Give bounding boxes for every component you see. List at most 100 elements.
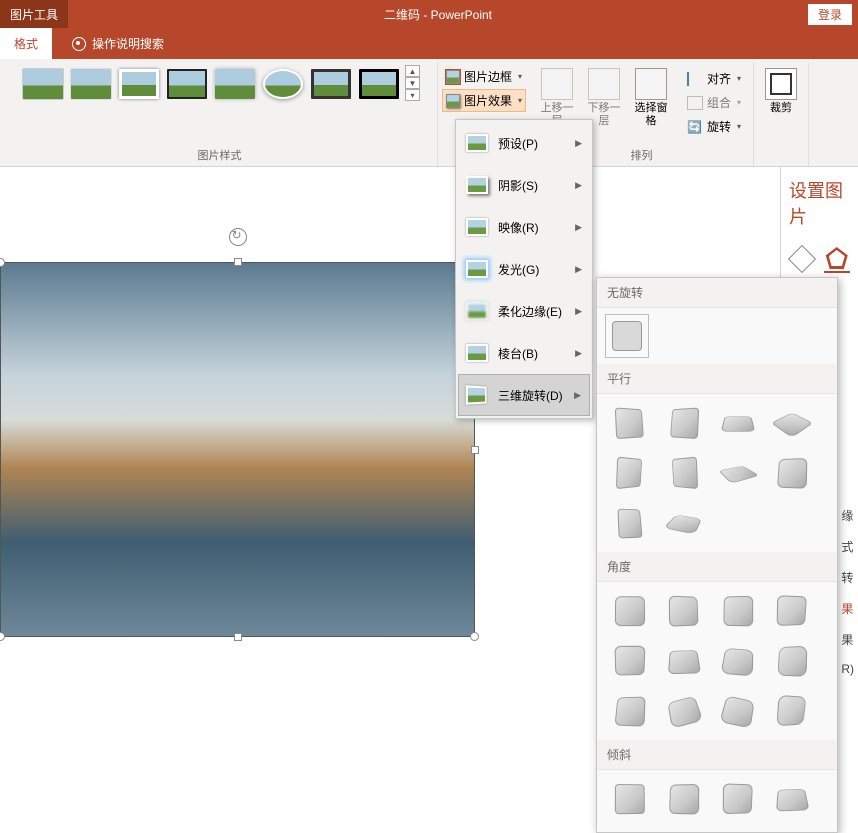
rotation-preset-perspective-4[interactable] [767,588,817,634]
menu-glow[interactable]: 发光(G) ▶ [458,248,590,290]
rotation-preset-oblique-4[interactable] [767,776,817,822]
picture-style-6[interactable] [259,65,306,102]
resize-handle-b[interactable] [234,633,242,641]
resize-handle-bl[interactable] [0,632,5,641]
rotation-preset-parallel-9[interactable] [605,500,655,546]
rotation-preset-oblique-3[interactable] [713,776,763,822]
rotation-preset-perspective-3[interactable] [713,588,763,634]
menu-soft-edges-label: 柔化边缘(E) [498,303,562,320]
chevron-down-icon: ▾ [518,72,522,81]
bring-forward-icon [541,68,573,100]
align-label: 对齐 [707,70,731,87]
rotation-preset-perspective-1[interactable] [605,588,655,634]
selected-picture[interactable] [0,262,475,637]
menu-bevel[interactable]: 棱台(B) ▶ [458,332,590,374]
picture-style-7[interactable] [307,65,354,102]
tab-format[interactable]: 格式 [0,28,52,59]
menu-reflection[interactable]: 映像(R)▶ [458,206,590,248]
crop-button[interactable]: 裁剪 [758,65,804,118]
menu-3d-rotation-label: 三维旋转(D) [498,387,563,404]
rotation-preset-perspective-5[interactable] [605,638,655,684]
picture-border-button[interactable]: 图片边框 ▾ [442,65,526,88]
reflection-icon [466,218,488,236]
rotate-label: 旋转 [707,118,731,135]
tell-me-search[interactable]: 操作说明搜索 [72,35,164,52]
submenu-arrow-icon: ▶ [575,180,582,191]
resize-handle-tl[interactable] [0,258,5,267]
context-tab-title: 图片工具 [0,0,68,28]
rotation-preset-parallel-10[interactable] [659,500,709,546]
rotation-preset-parallel-6[interactable] [659,450,709,496]
menu-shadow-label: 阴影(S) [498,177,538,194]
rotation-preset-parallel-7[interactable] [713,450,763,496]
rotation-preset-parallel-4[interactable] [767,400,817,446]
rotate-handle[interactable] [229,228,247,246]
submenu-arrow-icon: ▶ [575,348,582,359]
picture-border-label: 图片边框 [464,68,512,85]
soft-edges-icon [466,302,488,320]
rotation-preset-parallel-3[interactable] [713,400,763,446]
submenu-arrow-icon: ▶ [574,390,581,401]
rotation-preset-perspective-2[interactable] [659,588,709,634]
rotation-preset-perspective-7[interactable] [713,638,763,684]
picture-style-8[interactable] [355,65,402,102]
crop-icon [765,68,797,100]
rotation-3d-icon [466,385,487,404]
gallery-scroll-up[interactable]: ▲ [405,65,420,77]
effects-tab[interactable] [824,245,851,273]
picture-border-icon [446,70,460,84]
fill-line-tab[interactable] [789,245,816,273]
send-backward-icon [588,68,620,100]
format-pane-title: 设置图片 [781,167,858,235]
group-button[interactable]: 组合▾ [683,91,745,114]
picture-effects-button[interactable]: 图片效果 ▾ [442,89,526,112]
gallery-more[interactable]: ▾ [405,89,420,101]
resize-handle-t[interactable] [234,258,242,266]
resize-handle-r[interactable] [471,446,479,454]
group-icon [687,96,703,110]
menu-glow-label: 发光(G) [498,261,539,278]
chevron-down-icon: ▾ [518,96,522,105]
rotation-preset-parallel-2[interactable] [659,400,709,446]
rotation-preset-perspective-8[interactable] [767,638,817,684]
submenu-arrow-icon: ▶ [575,306,582,317]
rotation-preset-parallel-8[interactable] [767,450,817,496]
picture-style-5[interactable] [211,65,258,102]
login-button[interactable]: 登录 [808,4,852,25]
picture-style-2[interactable] [67,65,114,102]
menu-preset[interactable]: 预设(P) ▶ [458,122,590,164]
submenu-arrow-icon: ▶ [575,264,582,275]
rotation-preset-perspective-6[interactable] [659,638,709,684]
picture-style-3[interactable] [115,65,162,102]
rotate-button[interactable]: 🔄 旋转▾ [683,115,745,138]
resize-handle-br[interactable] [470,632,479,641]
submenu-arrow-icon: ▶ [575,138,582,149]
rotation-preset-perspective-9[interactable] [605,688,655,734]
selection-pane-label: 选择窗格 [630,102,672,128]
picture-style-1[interactable] [19,65,66,102]
rotation-preset-perspective-12[interactable] [767,688,817,734]
rotation-preset-oblique-2[interactable] [659,776,709,822]
section-oblique: 倾斜 [597,740,837,770]
tell-me-label: 操作说明搜索 [92,35,164,52]
rotation-preset-oblique-1[interactable] [605,776,655,822]
menu-bevel-label: 棱台(B) [498,345,538,362]
rotation-preset-perspective-10[interactable] [659,688,709,734]
picture-effects-icon [446,94,460,108]
menu-shadow[interactable]: 阴影(S) ▶ [458,164,590,206]
rotation-preset-parallel-1[interactable] [605,400,655,446]
rotation-preset-parallel-5[interactable] [605,450,655,496]
group-label-arrange: 排列 [631,144,653,166]
menu-soft-edges[interactable]: 柔化边缘(E) ▶ [458,290,590,332]
picture-style-4[interactable] [163,65,210,102]
rotation-preset-none[interactable] [605,314,649,358]
picture-effects-label: 图片效果 [464,92,512,109]
gallery-scroll-down[interactable]: ▼ [405,77,420,89]
pentagon-icon [826,247,848,269]
menu-preset-label: 预设(P) [498,135,538,152]
align-button[interactable]: 对齐▾ [683,67,745,90]
section-parallel: 平行 [597,364,837,394]
selection-pane-button[interactable]: 选择窗格 [628,65,674,131]
menu-3d-rotation[interactable]: 三维旋转(D) ▶ [458,374,590,416]
rotation-preset-perspective-11[interactable] [713,688,763,734]
